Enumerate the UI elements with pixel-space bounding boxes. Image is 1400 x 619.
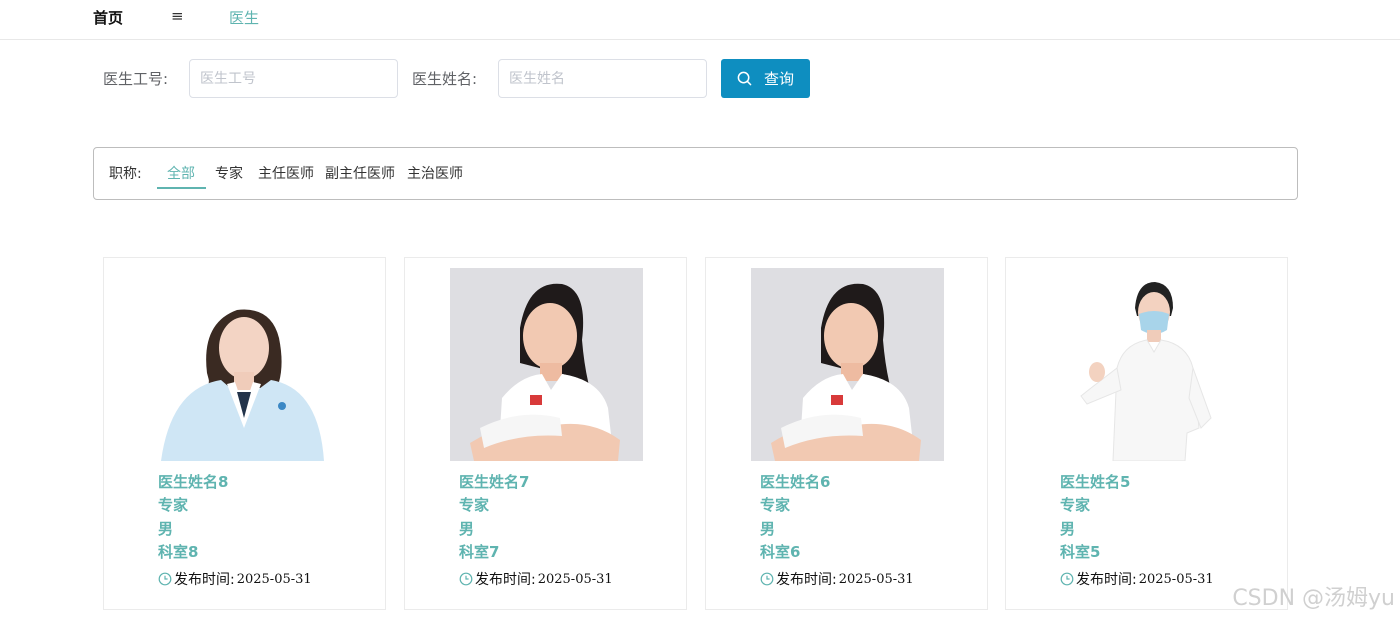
doctor-info: 医生姓名7 专家 男 科室7 xyxy=(459,471,529,564)
doctor-photo xyxy=(149,268,342,461)
publish-time: 发布时间: 2025-05-31 xyxy=(1060,569,1214,589)
title-filter-bar: 职称: 全部 专家 主任医师 副主任医师 主治医师 xyxy=(93,147,1298,200)
doctor-photo xyxy=(751,268,944,461)
doctor-info: 医生姓名6 专家 男 科室6 xyxy=(760,471,830,564)
menu-icon[interactable]: ≡ xyxy=(171,7,184,25)
publish-time-label: 发布时间: xyxy=(1076,572,1137,588)
publish-time: 发布时间: 2025-05-31 xyxy=(158,569,312,589)
publish-time: 发布时间: 2025-05-31 xyxy=(760,569,914,589)
watermark: CSDN @汤姆yu xyxy=(1232,586,1395,611)
doctor-gender: 男 xyxy=(1060,519,1076,538)
active-tab-indicator xyxy=(157,187,206,189)
doctor-name-label: 医生姓名: xyxy=(412,70,478,88)
search-icon xyxy=(737,71,752,86)
nav-home-link[interactable]: 首页 xyxy=(93,7,123,28)
doctor-name[interactable]: 医生姓名7 xyxy=(459,471,529,494)
clock-icon xyxy=(158,572,172,586)
filter-tab-expert[interactable]: 专家 xyxy=(215,163,243,183)
top-nav: 首页 ≡ 医生 xyxy=(0,0,1400,40)
nav-doctor-link[interactable]: 医生 xyxy=(229,7,259,28)
clock-icon xyxy=(760,572,774,586)
doctor-name-input[interactable] xyxy=(498,59,707,98)
publish-time-label: 发布时间: xyxy=(174,572,235,588)
doctor-card[interactable]: 医生姓名6 专家 男 科室6 发布时间: 2025-05-31 xyxy=(705,257,988,610)
doctor-card[interactable]: 医生姓名5 专家 男 科室5 发布时间: 2025-05-31 xyxy=(1005,257,1288,610)
search-button-label: 查询 xyxy=(763,70,794,88)
clock-icon xyxy=(1060,572,1074,586)
doctor-gender: 男 xyxy=(158,519,174,538)
doctor-department: 科室5 xyxy=(1060,542,1101,561)
doctor-card[interactable]: 医生姓名7 专家 男 科室7 发布时间: 2025-05-31 xyxy=(404,257,687,610)
doctor-title: 专家 xyxy=(760,496,791,515)
doctor-name[interactable]: 医生姓名6 xyxy=(760,471,830,494)
doctor-department: 科室8 xyxy=(158,542,199,561)
publish-time-label: 发布时间: xyxy=(475,572,536,588)
publish-date: 2025-05-31 xyxy=(838,571,914,587)
doctor-name[interactable]: 医生姓名8 xyxy=(158,471,228,494)
doctor-department: 科室6 xyxy=(760,542,801,561)
doctor-photo xyxy=(1051,268,1244,461)
clock-icon xyxy=(459,572,473,586)
doctor-card[interactable]: 医生姓名8 专家 男 科室8 发布时间: 2025-05-31 xyxy=(103,257,386,610)
publish-date: 2025-05-31 xyxy=(1138,571,1214,587)
doctor-title: 专家 xyxy=(158,496,189,515)
doctor-info: 医生姓名8 专家 男 科室8 xyxy=(158,471,228,564)
doctor-department: 科室7 xyxy=(459,542,500,561)
doctor-title: 专家 xyxy=(1060,496,1091,515)
title-filter-label: 职称: xyxy=(109,166,142,182)
publish-date: 2025-05-31 xyxy=(236,571,312,587)
publish-date: 2025-05-31 xyxy=(537,571,613,587)
doctor-title: 专家 xyxy=(459,496,490,515)
doctor-gender: 男 xyxy=(459,519,475,538)
publish-time: 发布时间: 2025-05-31 xyxy=(459,569,613,589)
doctor-gender: 男 xyxy=(760,519,776,538)
publish-time-label: 发布时间: xyxy=(776,572,837,588)
doctor-id-input[interactable] xyxy=(189,59,398,98)
search-button[interactable]: 查询 xyxy=(721,59,810,98)
filter-tab-chief[interactable]: 主任医师 xyxy=(258,163,314,183)
doctor-name[interactable]: 医生姓名5 xyxy=(1060,471,1130,494)
filter-tab-all[interactable]: 全部 xyxy=(167,163,195,183)
doctor-info: 医生姓名5 专家 男 科室5 xyxy=(1060,471,1130,564)
doctor-id-label: 医生工号: xyxy=(103,70,169,88)
filter-tab-associate-chief[interactable]: 副主任医师 xyxy=(325,163,395,183)
filter-tab-attending[interactable]: 主治医师 xyxy=(407,163,463,183)
doctor-photo xyxy=(450,268,643,461)
